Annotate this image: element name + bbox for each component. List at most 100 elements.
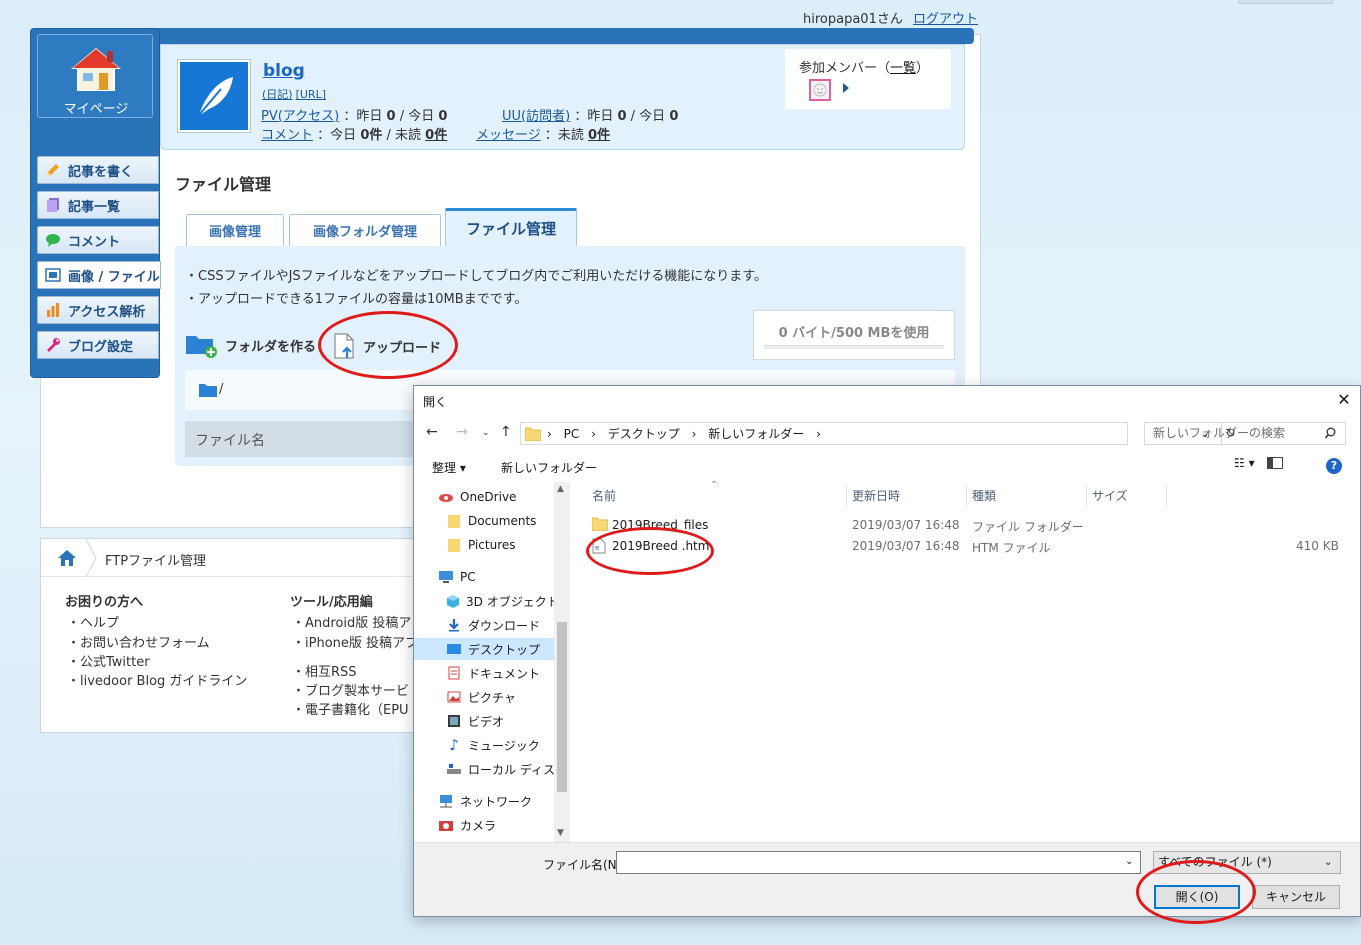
message-link[interactable]: メッセージ: [476, 128, 541, 143]
uu-link[interactable]: UU(訪問者): [502, 109, 570, 124]
column-modified[interactable]: 更新日時: [852, 487, 900, 504]
blog-title-link[interactable]: blog: [263, 61, 305, 81]
dialog-titlebar: 開く ✕: [414, 386, 1360, 416]
forward-arrow-icon[interactable]: →: [456, 424, 468, 440]
sidebar-item-label: 記事一覧: [68, 199, 121, 215]
home-icon[interactable]: [57, 549, 77, 567]
pv-today: 0: [438, 109, 448, 124]
tree-item-pictures[interactable]: Pictures: [414, 534, 554, 556]
tree-item-desktop[interactable]: デスクトップ: [414, 638, 554, 660]
file-name: 2019Breed .htm: [612, 539, 710, 553]
mypage-button[interactable]: マイページ: [37, 34, 153, 118]
make-folder-button[interactable]: フォルダを作る: [185, 332, 316, 358]
tree-item-3d-objects[interactable]: 3D オブジェクト: [414, 590, 559, 612]
user-info: hiropapa01さん ログアウト: [803, 8, 978, 27]
new-folder-button[interactable]: 新しいフォルダー: [501, 459, 597, 476]
members-list-link[interactable]: 一覧: [890, 61, 916, 76]
scroll-down-icon[interactable]: ▼: [557, 828, 564, 838]
column-separator[interactable]: [1166, 484, 1167, 506]
close-icon[interactable]: ✕: [1334, 390, 1354, 410]
tree-scroll-thumb[interactable]: [557, 622, 567, 792]
tree-item-documents[interactable]: Documents: [414, 510, 554, 532]
preview-pane-icon[interactable]: [1266, 457, 1283, 469]
column-separator[interactable]: [1086, 484, 1087, 506]
diary-link[interactable]: (日記): [262, 88, 293, 101]
column-type[interactable]: 種類: [972, 487, 996, 504]
tree-item-videos[interactable]: ビデオ: [414, 710, 554, 732]
recent-locations-chevron-icon[interactable]: ⌄: [482, 428, 490, 438]
sidebar-item-write[interactable]: 記事を書く: [37, 156, 159, 184]
footer-link-twitter[interactable]: ・公式Twitter: [67, 651, 150, 670]
column-filename[interactable]: ファイル名: [195, 430, 265, 450]
folder-icon: [446, 514, 462, 528]
comment-unread-link[interactable]: 0件: [425, 128, 447, 143]
sidebar-item-images[interactable]: 画像 / ファイル: [37, 261, 161, 289]
footer-link-rss[interactable]: ・相互RSS: [292, 661, 357, 680]
pv-link[interactable]: PV(アクセス): [261, 109, 339, 124]
tree-item-music[interactable]: ♪ ミュージック: [414, 734, 554, 756]
upload-button[interactable]: アップロード: [331, 332, 441, 360]
open-button[interactable]: 開く(O): [1154, 885, 1240, 909]
uu-text: ：昨日: [574, 109, 614, 124]
help-icon[interactable]: ?: [1326, 458, 1342, 474]
note-line-2: ・アップロードできる1ファイルの容量は10MBまでです。: [185, 292, 528, 307]
up-arrow-icon[interactable]: ↑: [500, 424, 512, 440]
column-separator[interactable]: [846, 484, 847, 506]
url-link[interactable]: [URL]: [296, 88, 326, 101]
mypage-label: マイページ: [63, 102, 129, 117]
tab-image-folder-management[interactable]: 画像フォルダ管理: [289, 214, 441, 246]
column-name[interactable]: 名前: [592, 487, 616, 504]
sidebar-item-settings[interactable]: ブログ設定: [37, 331, 159, 359]
column-separator[interactable]: [966, 484, 967, 506]
filetype-dropdown-chevron-icon: ⌄: [1324, 857, 1333, 868]
tree-item-onedrive[interactable]: OneDrive: [414, 486, 554, 508]
filename-input[interactable]: ⌄: [616, 851, 1141, 874]
filename-dropdown-chevron-icon[interactable]: ⌄: [1125, 856, 1133, 867]
sidebar-item-comment[interactable]: コメント: [37, 226, 159, 254]
footer-link-contact[interactable]: ・お問い合わせフォーム: [67, 632, 210, 651]
breadcrumb-pc[interactable]: PC: [564, 427, 580, 441]
breadcrumb-desktop[interactable]: デスクトップ: [608, 427, 680, 441]
tree-scrollbar[interactable]: ▲ ▼: [554, 482, 570, 842]
message-text: ：未読: [544, 128, 584, 143]
sidebar-item-analytics[interactable]: アクセス解析: [37, 296, 159, 324]
file-row[interactable]: 2019Breed_files 2019/03/07 16:48 ファイル フォ…: [588, 515, 1348, 535]
network-icon: [438, 794, 454, 808]
column-size[interactable]: サイズ: [1092, 487, 1128, 504]
tree-item-my-pictures[interactable]: ピクチャ: [414, 686, 554, 708]
tree-item-local-disk[interactable]: ローカル ディスク (C: [414, 758, 570, 780]
breadcrumb-new-folder[interactable]: 新しいフォルダー: [708, 427, 804, 441]
logout-link[interactable]: ログアウト: [913, 12, 978, 27]
member-avatar[interactable]: [809, 79, 831, 101]
back-arrow-icon[interactable]: ←: [426, 424, 438, 440]
uu-today: 0: [669, 109, 679, 124]
tree-item-my-documents[interactable]: ドキュメント: [414, 662, 554, 684]
footer-link-android[interactable]: ・Android版 投稿アプ: [292, 612, 424, 631]
sidebar-item-label: 記事を書く: [68, 164, 134, 180]
view-mode-icon[interactable]: ☷ ▾: [1234, 456, 1255, 470]
footer-link-bookbinding[interactable]: ・ブログ製本サービ: [292, 680, 409, 699]
tree-item-network[interactable]: ネットワーク: [414, 790, 554, 812]
filetype-select[interactable]: すべてのファイル (*) ⌄: [1153, 851, 1341, 874]
address-bar[interactable]: › PC › デスクトップ › 新しいフォルダー › ⌄ ↻: [520, 422, 1236, 445]
tree-item-downloads[interactable]: ダウンロード: [414, 614, 554, 636]
comment-link[interactable]: コメント: [261, 128, 313, 143]
tree-item-camera[interactable]: カメラ: [414, 814, 554, 836]
storage-usage-text: 0 バイト/500 MBを使用: [778, 326, 930, 341]
footer-link-guideline[interactable]: ・livedoor Blog ガイドライン: [67, 670, 247, 689]
sidebar-item-articles[interactable]: 記事一覧: [37, 191, 159, 219]
tab-file-management[interactable]: ファイル管理: [445, 208, 577, 246]
member-next-arrow-icon[interactable]: [843, 83, 849, 93]
footer-help-heading: お困りの方へ: [65, 595, 144, 610]
footer-link-help[interactable]: ・ヘルプ: [67, 612, 119, 631]
tab-image-management[interactable]: 画像管理: [186, 214, 284, 246]
file-row[interactable]: e 2019Breed .htm 2019/03/07 16:48 HTM ファ…: [588, 536, 1348, 556]
message-unread-link[interactable]: 0件: [588, 128, 610, 143]
scroll-up-icon[interactable]: ▲: [557, 484, 564, 494]
footer-link-iphone[interactable]: ・iPhone版 投稿アプ: [292, 632, 418, 651]
tree-item-pc[interactable]: PC: [414, 566, 554, 588]
footer-link-ebook[interactable]: ・電子書籍化（EPU: [292, 699, 409, 718]
organize-button[interactable]: 整理 ▾: [432, 459, 466, 476]
cancel-button[interactable]: キャンセル: [1252, 885, 1340, 909]
search-input[interactable]: 新しいフォルダーの検索: [1144, 422, 1346, 445]
